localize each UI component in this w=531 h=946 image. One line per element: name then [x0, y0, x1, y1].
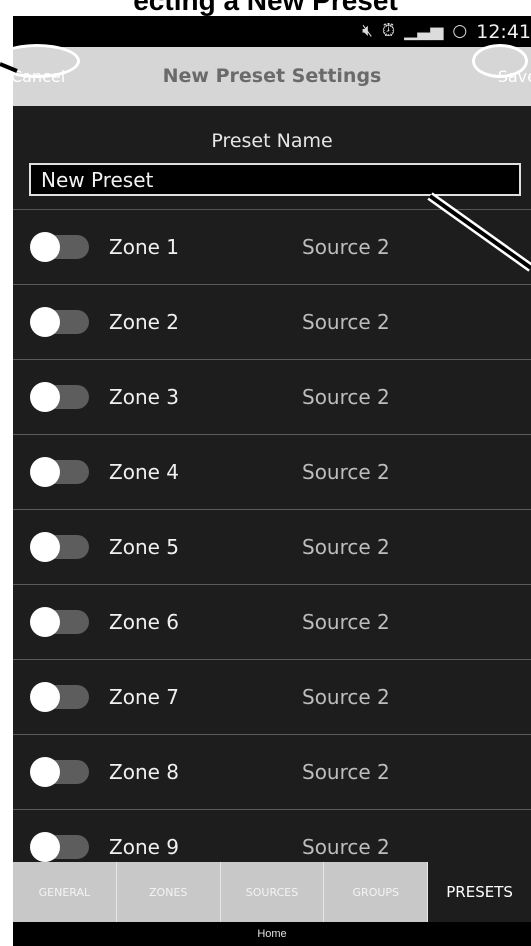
zone-row[interactable]: Zone 4 Source 2: [13, 435, 531, 510]
status-time: 12:41: [476, 20, 531, 43]
zone-name: Zone 3: [109, 385, 179, 409]
toggle-knob: [30, 757, 60, 787]
status-bar: 🔇︎ ⏰︎ ▁▃▅ ○ 12:41: [13, 16, 531, 47]
zone-list: Zone 1 Source 2 Zone 2 Source 2 Zone 3 S…: [13, 210, 531, 885]
zone-name: Zone 2: [109, 310, 179, 334]
zone-source[interactable]: Source 2: [302, 510, 390, 585]
toggle-knob: [30, 532, 60, 562]
page-title: New Preset Settings: [162, 65, 382, 87]
header-bar: New Preset Settings Cancel Save: [13, 47, 531, 106]
zone-name: Zone 8: [109, 760, 179, 784]
zone-toggle[interactable]: [30, 832, 89, 862]
zone-name: Zone 1: [109, 235, 179, 259]
alarm-icon: ⏰︎: [381, 21, 396, 41]
toggle-knob: [30, 832, 60, 862]
zone-row[interactable]: Zone 7 Source 2: [13, 660, 531, 735]
zone-toggle[interactable]: [30, 382, 89, 412]
toggle-knob: [30, 232, 60, 262]
zone-source[interactable]: Source 2: [302, 285, 390, 360]
home-bar[interactable]: Home: [13, 922, 531, 946]
zone-row[interactable]: Zone 8 Source 2: [13, 735, 531, 810]
toggle-knob: [30, 682, 60, 712]
zone-source[interactable]: Source 2: [302, 585, 390, 660]
phone-screen: 🔇︎ ⏰︎ ▁▃▅ ○ 12:41 New Preset Settings Ca…: [13, 16, 531, 946]
preset-name-label: Preset Name: [211, 130, 333, 152]
tab-presets[interactable]: PRESETS: [428, 862, 531, 922]
tab-zones[interactable]: ZONES: [116, 862, 221, 922]
zone-toggle[interactable]: [30, 232, 89, 262]
preset-name-input[interactable]: [29, 163, 521, 196]
zone-row[interactable]: Zone 2 Source 2: [13, 285, 531, 360]
zone-name: Zone 7: [109, 685, 179, 709]
toggle-knob: [30, 607, 60, 637]
circle-icon: ○: [452, 21, 468, 41]
lte-signal-icon: ▁▃▅: [404, 21, 444, 41]
zone-toggle[interactable]: [30, 607, 89, 637]
zone-row[interactable]: Zone 5 Source 2: [13, 510, 531, 585]
bottom-tab-bar: GENERAL ZONES SOURCES GROUPS PRESETS: [13, 862, 531, 922]
mute-icon: 🔇︎: [362, 21, 373, 41]
zone-name: Zone 6: [109, 610, 179, 634]
zone-source[interactable]: Source 2: [302, 210, 390, 285]
toggle-knob: [30, 457, 60, 487]
zone-toggle[interactable]: [30, 757, 89, 787]
zone-source[interactable]: Source 2: [302, 360, 390, 435]
zone-name: Zone 5: [109, 535, 179, 559]
zone-toggle[interactable]: [30, 682, 89, 712]
tab-general[interactable]: GENERAL: [13, 862, 117, 922]
toggle-knob: [30, 307, 60, 337]
zone-row[interactable]: Zone 1 Source 2: [13, 210, 531, 285]
tab-sources[interactable]: SOURCES: [220, 862, 325, 922]
preset-name-section: Preset Name: [13, 106, 531, 210]
tab-groups[interactable]: GROUPS: [324, 862, 429, 922]
document-title: ecting a New Preset: [133, 0, 398, 16]
save-highlight-oval: [472, 44, 528, 78]
zone-name: Zone 4: [109, 460, 179, 484]
zone-row[interactable]: Zone 3 Source 2: [13, 360, 531, 435]
zone-source[interactable]: Source 2: [302, 435, 390, 510]
zone-toggle[interactable]: [30, 532, 89, 562]
zone-toggle[interactable]: [30, 307, 89, 337]
zone-source[interactable]: Source 2: [302, 660, 390, 735]
zone-toggle[interactable]: [30, 457, 89, 487]
zone-source[interactable]: Source 2: [302, 735, 390, 810]
zone-row[interactable]: Zone 6 Source 2: [13, 585, 531, 660]
toggle-knob: [30, 382, 60, 412]
